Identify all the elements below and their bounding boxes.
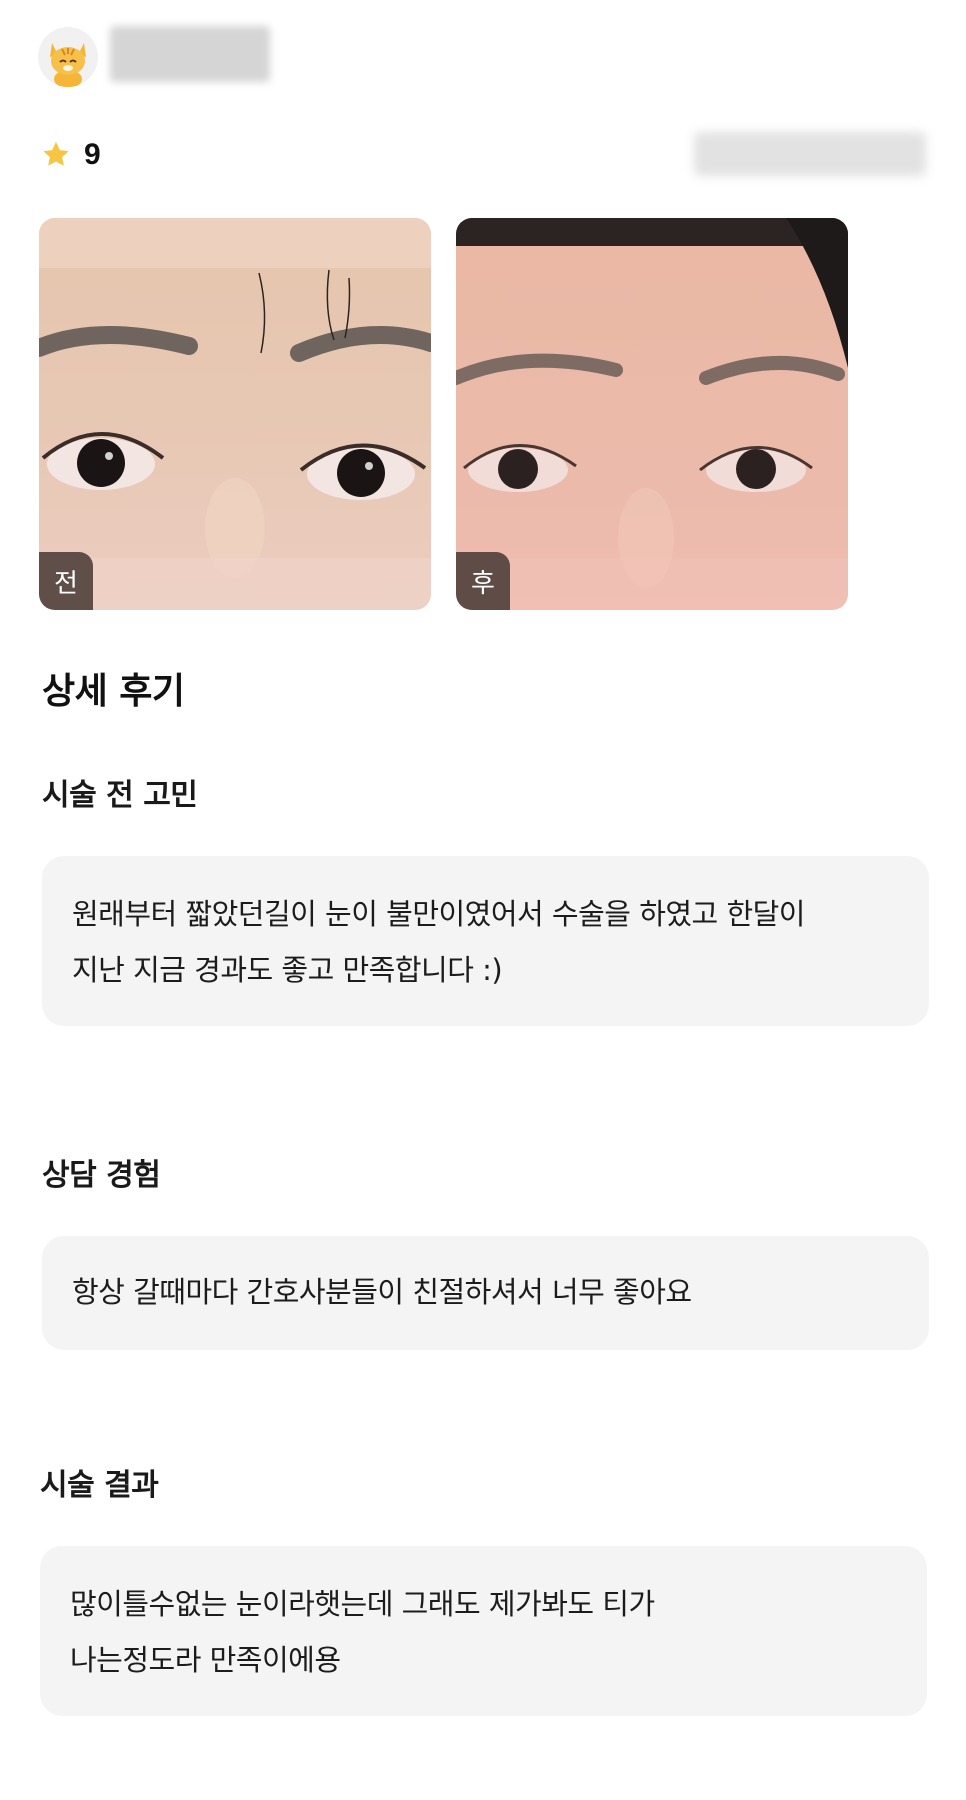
after-eyes-image: [456, 218, 848, 610]
concern-line: 지난 지금 경과도 좋고 만족합니다 :): [72, 953, 503, 987]
before-eyes-image: [39, 218, 431, 610]
result-line: 많이틀수없는 눈이라햇는데 그래도 제가봐도 티가: [70, 1587, 655, 1621]
star-icon: [43, 141, 69, 166]
after-label: 후: [456, 552, 510, 610]
date-blurred: [694, 132, 926, 176]
section-title-result: 시술 결과: [40, 1468, 159, 1503]
detail-review-title: 상세 후기: [42, 671, 185, 712]
section-title-concern: 시술 전 고민: [42, 778, 198, 813]
rating: 9: [40, 138, 101, 172]
consultation-bubble: 항상 갈때마다 간호사분들이 친절하셔서 너무 좋아요: [42, 1236, 929, 1350]
section-title-consultation: 상담 경험: [42, 1158, 161, 1193]
username-blurred: [110, 26, 270, 82]
result-line: 나는정도라 만족이에용: [70, 1643, 341, 1677]
before-label: 전: [39, 552, 93, 610]
after-photo[interactable]: 후: [456, 218, 848, 610]
avatar[interactable]: [38, 27, 98, 87]
cat-avatar-icon: [38, 27, 98, 87]
concern-bubble: 원래부터 짧았던길이 눈이 불만이였어서 수술을 하였고 한달이 지난 지금 경…: [42, 856, 929, 1026]
result-bubble: 많이틀수없는 눈이라햇는데 그래도 제가봐도 티가 나는정도라 만족이에용: [40, 1546, 927, 1716]
before-photo[interactable]: 전: [39, 218, 431, 610]
concern-line: 원래부터 짧았던길이 눈이 불만이였어서 수술을 하였고 한달이: [72, 897, 806, 931]
rating-score: 9: [84, 138, 101, 171]
consultation-line: 항상 갈때마다 간호사분들이 친절하셔서 너무 좋아요: [72, 1275, 692, 1309]
